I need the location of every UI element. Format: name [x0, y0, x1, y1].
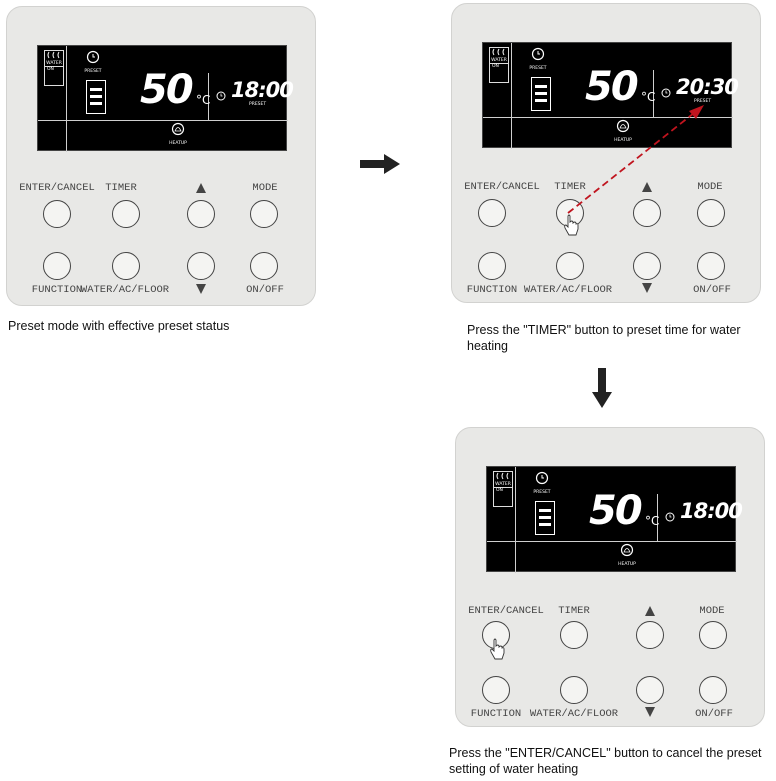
controller-panel-3: WATER ON PRESET 50 °C 18:00 HEATUP ENTER…: [455, 427, 765, 727]
up-button[interactable]: [636, 621, 664, 649]
on-off-label: ON/OFF: [246, 284, 284, 296]
mode-label: MODE: [699, 605, 725, 617]
heatup-label: HEATUP: [169, 141, 187, 146]
heatup-label: HEATUP: [618, 562, 636, 567]
clock-time: 18:00: [680, 499, 743, 523]
water-level-bars-icon: [86, 80, 106, 114]
down-arrow-icon: [645, 707, 655, 717]
down-button[interactable]: [633, 252, 661, 280]
enter-cancel-label: ENTER/CANCEL: [468, 605, 544, 617]
water-waves-icon: [47, 51, 60, 59]
caption-1: Preset mode with effective preset status: [8, 319, 230, 333]
on-off-button[interactable]: [697, 252, 725, 280]
down-button[interactable]: [187, 252, 215, 280]
up-arrow-icon: [196, 183, 206, 193]
water-on-label: ON: [494, 487, 512, 493]
enter-cancel-button[interactable]: [43, 200, 71, 228]
pointing-hand-icon: [490, 638, 505, 660]
preset-clock-icon: PRESET: [84, 50, 102, 74]
preset-clock-icon: PRESET: [533, 471, 551, 495]
caption-3: Press the "ENTER/CANCEL" button to cance…: [449, 746, 762, 776]
water-on-label: ON: [490, 63, 508, 69]
down-arrow-icon: [642, 283, 652, 293]
down-arrow-icon: [196, 284, 206, 294]
water-ac-floor-button[interactable]: [560, 676, 588, 704]
up-arrow-icon: [645, 606, 655, 616]
temperature-unit: °C: [645, 514, 660, 528]
function-label: FUNCTION: [466, 284, 518, 296]
water-label: WATER: [491, 58, 507, 63]
clock-time: 18:00: [231, 78, 294, 102]
water-ac-floor-label: WATER/AC/FLOOR: [80, 284, 170, 296]
water-waves-icon: [496, 472, 509, 480]
water-ac-floor-label: WATER/AC/FLOOR: [529, 708, 619, 720]
preset-label: PRESET: [84, 69, 102, 74]
on-off-button[interactable]: [699, 676, 727, 704]
water-waves-icon: [492, 48, 505, 56]
on-off-label: ON/OFF: [693, 284, 731, 296]
function-label: FUNCTION: [470, 708, 522, 720]
on-off-label: ON/OFF: [695, 708, 733, 720]
mode-button[interactable]: [250, 200, 278, 228]
heatup-icon: HEATUP: [169, 122, 187, 146]
down-arrow-icon: [592, 368, 612, 408]
water-ac-floor-label: WATER/AC/FLOOR: [523, 284, 613, 296]
lcd-divider: [66, 46, 67, 152]
up-button[interactable]: [187, 200, 215, 228]
enter-cancel-button[interactable]: [478, 199, 506, 227]
water-indicator: WATER ON: [489, 47, 509, 83]
down-button[interactable]: [636, 676, 664, 704]
right-arrow-icon: [360, 154, 400, 174]
clock-icon: [661, 85, 671, 98]
enter-cancel-label: ENTER/CANCEL: [464, 181, 540, 193]
lcd-divider: [511, 43, 512, 149]
dashed-pointer-arrow: [567, 105, 704, 214]
lcd-display: WATER ON PRESET 50 °C 18:00 HEATUP: [486, 466, 743, 573]
timer-label: TIMER: [558, 605, 590, 617]
water-label: WATER: [495, 482, 511, 487]
on-off-button[interactable]: [250, 252, 278, 280]
caption-2: Press the "TIMER" button to preset time …: [467, 323, 741, 353]
timer-label: TIMER: [105, 182, 137, 194]
lcd-divider: [515, 467, 516, 573]
water-on-label: ON: [45, 66, 63, 72]
controller-panel-2: WATER ON PRESET 50 °C 20:30 PRESET HEATU…: [451, 3, 761, 303]
water-indicator: WATER ON: [493, 471, 513, 507]
temperature-value: 50: [589, 488, 643, 534]
water-level-bars-icon: [531, 77, 551, 111]
temperature-unit: °C: [196, 93, 211, 107]
lcd-divider: [487, 541, 737, 542]
preset-label: PRESET: [529, 66, 547, 71]
preset-clock-icon: PRESET: [529, 47, 547, 71]
water-label: WATER: [46, 61, 62, 66]
clock-icon: [665, 509, 675, 522]
controller-panel-1: WATER ON PRESET 50 °C 18:00 PRESET HEATU…: [6, 6, 316, 306]
function-button[interactable]: [43, 252, 71, 280]
function-button[interactable]: [478, 252, 506, 280]
water-level-bars-icon: [535, 501, 555, 535]
water-ac-floor-button[interactable]: [556, 252, 584, 280]
timer-button[interactable]: [112, 200, 140, 228]
temperature-value: 50: [140, 67, 194, 113]
enter-cancel-label: ENTER/CANCEL: [19, 182, 95, 194]
clock-icon: [216, 88, 226, 101]
mode-button[interactable]: [699, 621, 727, 649]
function-label: FUNCTION: [31, 284, 83, 296]
heatup-icon: HEATUP: [618, 543, 636, 567]
water-indicator: WATER ON: [44, 50, 64, 86]
clock-time: 20:30: [676, 75, 739, 99]
time-preset-label: PRESET: [249, 102, 267, 107]
preset-label: PRESET: [533, 490, 551, 495]
function-button[interactable]: [482, 676, 510, 704]
timer-button[interactable]: [560, 621, 588, 649]
water-ac-floor-button[interactable]: [112, 252, 140, 280]
lcd-divider: [38, 120, 288, 121]
mode-label: MODE: [252, 182, 278, 194]
lcd-display: WATER ON PRESET 50 °C 18:00 PRESET HEATU…: [37, 45, 294, 152]
